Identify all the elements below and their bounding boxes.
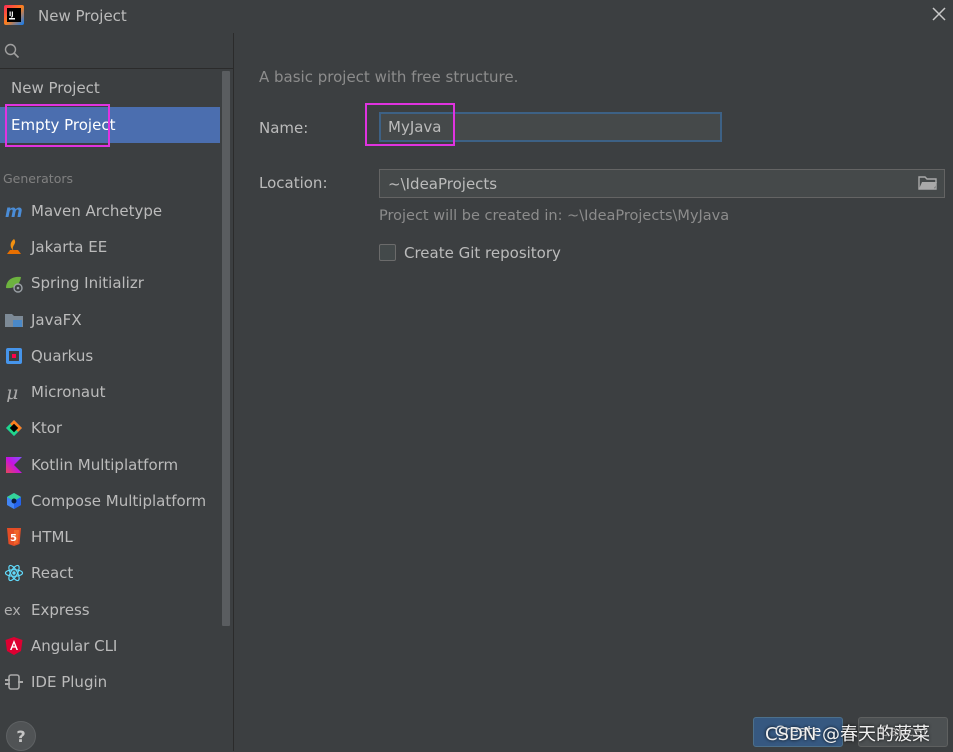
generator-label: HTML [31,528,73,546]
html5-icon: 5 [4,527,24,547]
create-git-repo-checkbox[interactable] [379,244,396,261]
plugin-icon [4,672,24,692]
generator-label: Compose Multiplatform [31,492,207,510]
ktor-icon [4,418,24,438]
generator-ide-plugin[interactable]: IDE Plugin [0,664,220,700]
svg-text:5: 5 [10,533,17,544]
generator-html[interactable]: 5 HTML [0,519,220,555]
generator-label: Kotlin Multiplatform [31,456,179,474]
svg-text:ex: ex [4,603,21,619]
generator-quarkus[interactable]: Quarkus [0,338,220,374]
help-button[interactable]: ? [6,721,36,751]
generator-label: React [31,564,74,582]
name-label: Name: [259,119,309,137]
generator-express[interactable]: ex Express [0,592,220,628]
location-label: Location: [259,174,328,192]
intellij-idea-icon: IJ [4,5,24,25]
generator-label: Spring Initializr [31,274,144,292]
generator-label: Quarkus [31,347,94,365]
svg-text:μ: μ [6,382,18,402]
project-type-description: A basic project with free structure. [259,68,519,86]
window-title: New Project [38,7,127,25]
sidebar-item-label: New Project [11,79,100,97]
generator-label: Angular CLI [31,637,118,655]
sidebar-item-new-project[interactable]: New Project [0,70,220,106]
close-icon[interactable] [931,6,947,22]
generator-label: Jakarta EE [31,238,108,256]
maven-icon: m [4,201,24,221]
generator-angular-cli[interactable]: Angular CLI [0,628,220,664]
project-name-field[interactable] [379,112,722,142]
generator-spring-initializr[interactable]: Spring Initializr [0,265,220,301]
folder-browse-icon[interactable] [918,175,938,191]
generator-ktor[interactable]: Ktor [0,410,220,446]
generator-label: JavaFX [31,311,82,329]
sidebar-item-label: Empty Project [11,116,116,134]
generator-label: Maven Archetype [31,202,163,220]
generators-header: Generators [3,171,73,186]
search-input[interactable] [24,38,228,64]
sidebar-search [0,33,233,69]
jakarta-ee-icon [4,237,24,257]
svg-text:IJ: IJ [9,11,13,18]
project-location-field[interactable] [379,169,945,198]
svg-text:m: m [5,202,23,221]
generator-kotlin-multiplatform[interactable]: Kotlin Multiplatform [0,447,220,483]
location-hint: Project will be created in: ~\IdeaProjec… [379,208,730,224]
scrollbar-thumb[interactable] [222,71,230,626]
title-bar: IJ New Project [0,0,953,33]
quarkus-icon [4,346,24,366]
project-settings-panel: A basic project with free structure. Nam… [234,33,953,751]
kotlin-icon [4,455,24,475]
compose-icon [4,491,24,511]
generator-label: IDE Plugin [31,673,108,691]
generator-maven-archetype[interactable]: m Maven Archetype [0,193,220,229]
sidebar-scrollbar[interactable] [220,69,232,751]
generator-micronaut[interactable]: μ Micronaut [0,374,220,410]
search-icon [4,43,20,59]
react-icon [4,563,24,583]
create-button[interactable]: Create [753,717,843,747]
generator-label: Ktor [31,419,63,437]
spring-icon [4,273,24,293]
javafx-icon [4,310,24,330]
generator-label: Micronaut [31,383,106,401]
angular-icon [4,636,24,656]
express-icon: ex [4,600,24,620]
sidebar-item-empty-project[interactable]: Empty Project [0,107,220,143]
generator-react[interactable]: React [0,555,220,591]
generator-label: Express [31,601,90,619]
generator-javafx[interactable]: JavaFX [0,302,220,338]
create-git-repo-label[interactable]: Create Git repository [404,244,561,262]
generator-compose-multiplatform[interactable]: Compose Multiplatform [0,483,220,519]
cancel-button[interactable]: Cancel [858,717,948,747]
micronaut-icon: μ [4,382,24,402]
generator-jakarta-ee[interactable]: Jakarta EE [0,229,220,265]
project-type-sidebar: New Project Empty Project Generators m M… [0,33,234,751]
